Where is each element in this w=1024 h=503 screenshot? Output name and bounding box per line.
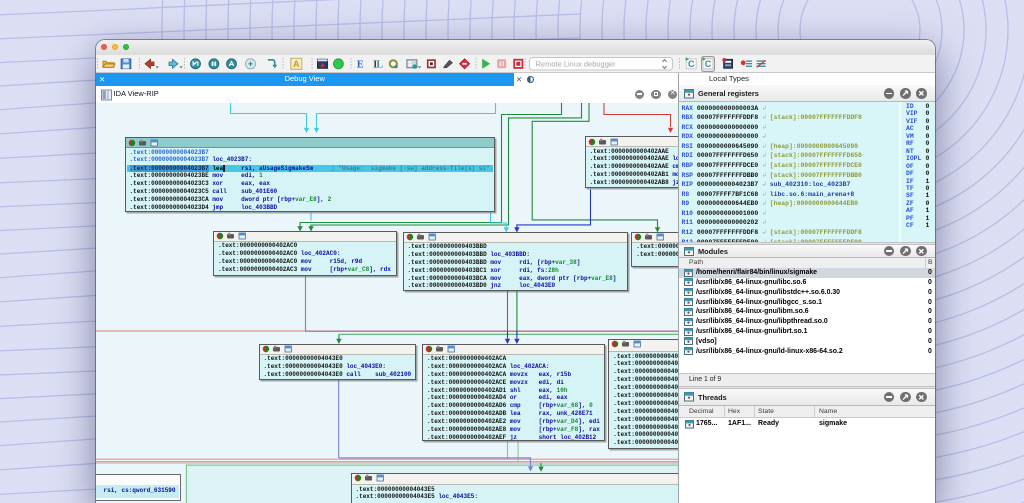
svg-text:C: C [687, 59, 694, 69]
svg-text:L: L [376, 59, 383, 70]
svg-text:A: A [293, 59, 300, 69]
svg-text:C: C [704, 59, 711, 69]
svg-text:E: E [356, 59, 363, 70]
svg-text:Remote Linux debugger: Remote Linux debugger [535, 59, 616, 68]
